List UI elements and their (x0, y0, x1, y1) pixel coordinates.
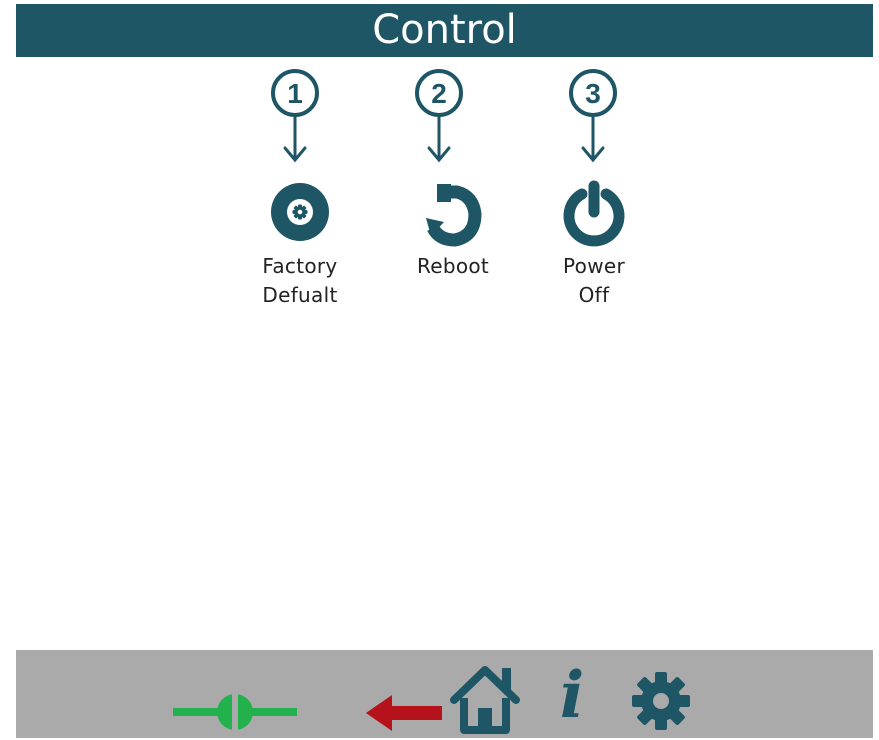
footer-toolbar: i (16, 650, 873, 738)
page-title: Control (372, 7, 517, 53)
annotation-2-number: 2 (431, 78, 447, 109)
annotation-3: 3 (568, 68, 618, 168)
factory-default-button[interactable]: Factory Defualt (240, 180, 360, 310)
factory-default-icon (240, 180, 360, 252)
back-arrow-icon[interactable] (366, 695, 444, 735)
power-icon (534, 180, 654, 252)
settings-gear-icon[interactable] (628, 668, 694, 738)
info-glyph: i (559, 658, 585, 733)
power-off-label-line2: Off (578, 283, 610, 307)
connection-icon[interactable] (171, 692, 299, 736)
power-off-label-line1: Power (563, 254, 625, 278)
reboot-button[interactable]: Reboot (393, 180, 513, 281)
annotation-1-number: 1 (287, 78, 303, 109)
factory-default-label-line1: Factory (262, 254, 338, 278)
power-off-button[interactable]: Power Off (534, 180, 654, 310)
annotation-3-number: 3 (585, 78, 601, 109)
page-header: Control (16, 4, 873, 57)
factory-default-label-line2: Defualt (262, 283, 338, 307)
reboot-label: Reboot (416, 254, 490, 278)
reboot-icon (393, 180, 513, 252)
annotation-2: 2 (414, 68, 464, 168)
info-icon[interactable]: i (552, 658, 592, 738)
home-icon[interactable] (446, 664, 524, 740)
annotation-1: 1 (270, 68, 320, 168)
